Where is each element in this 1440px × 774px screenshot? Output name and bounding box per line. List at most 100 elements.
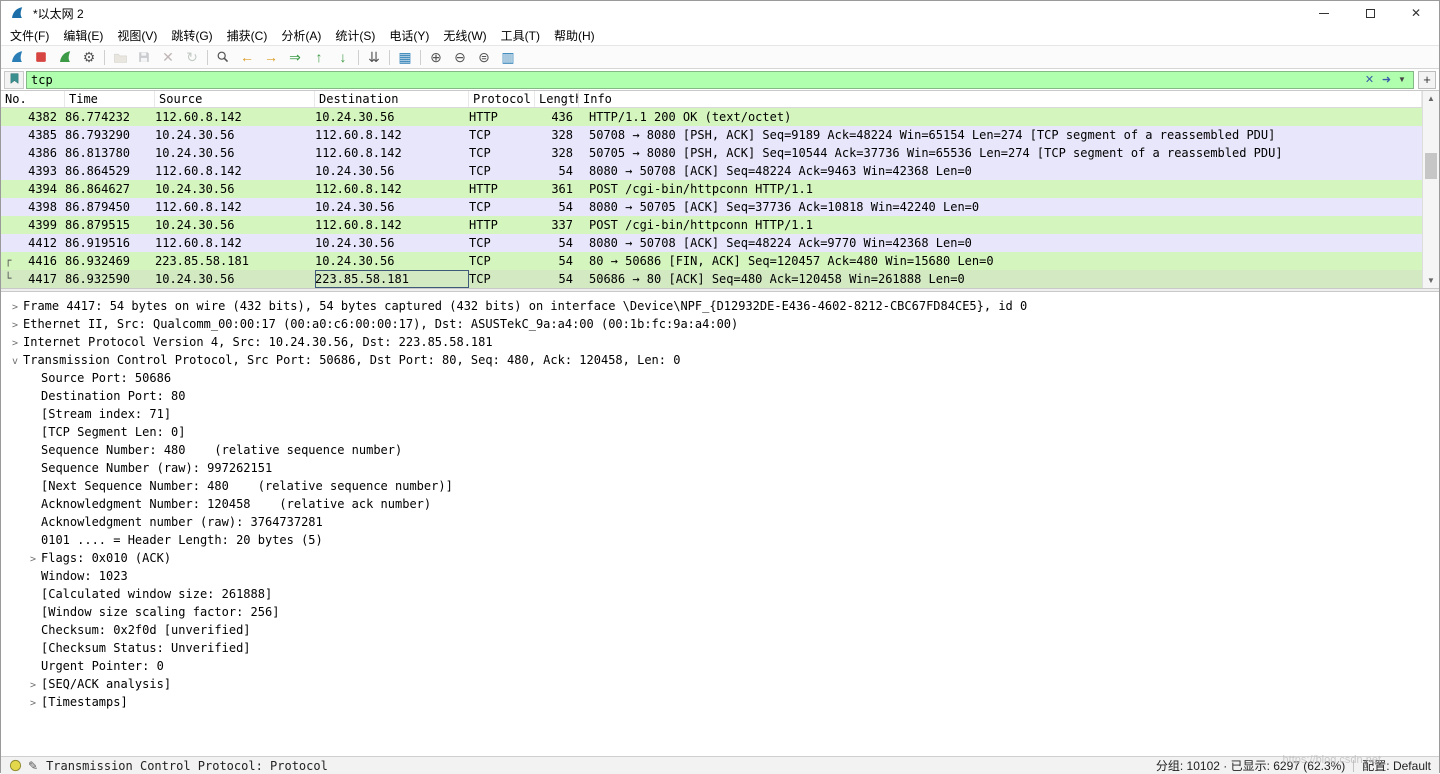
menu-help[interactable]: 帮助(H) [547, 25, 602, 46]
cell-destination: 10.24.30.56 [315, 234, 469, 252]
menu-wireless[interactable]: 无线(W) [436, 25, 493, 46]
menu-statistics[interactable]: 统计(S) [328, 25, 382, 46]
column-header-time[interactable]: Time [65, 91, 155, 107]
detail-line[interactable]: >Flags: 0x010 (ACK) [1, 549, 1439, 567]
expander-icon[interactable]: v [7, 353, 23, 371]
minimize-button[interactable] [1301, 1, 1347, 25]
detail-line[interactable]: >Internet Protocol Version 4, Src: 10.24… [1, 333, 1439, 351]
packet-row-4385[interactable]: 438586.79329010.24.30.56112.60.8.142TCP3… [1, 126, 1422, 144]
packet-row-4412[interactable]: 441286.919516112.60.8.14210.24.30.56TCP5… [1, 234, 1422, 252]
detail-line[interactable]: [TCP Segment Len: 0] [1, 423, 1439, 441]
find-packet-icon[interactable] [211, 47, 235, 67]
zoom-in-icon[interactable]: ⊕ [424, 47, 448, 67]
go-last-icon[interactable]: ↓ [331, 47, 355, 67]
detail-line[interactable]: [Window size scaling factor: 256] [1, 603, 1439, 621]
colorize-icon[interactable]: ▦ [393, 47, 417, 67]
menu-telephony[interactable]: 电话(Y) [382, 25, 436, 46]
menu-go[interactable]: 跳转(G) [164, 25, 219, 46]
detail-line[interactable]: [Next Sequence Number: 480 (relative seq… [1, 477, 1439, 495]
detail-line[interactable]: Destination Port: 80 [1, 387, 1439, 405]
detail-line[interactable]: Source Port: 50686 [1, 369, 1439, 387]
cell-no: 4385 [15, 126, 65, 144]
detail-line[interactable]: 0101 .... = Header Length: 20 bytes (5) [1, 531, 1439, 549]
detail-line[interactable]: vTransmission Control Protocol, Src Port… [1, 351, 1439, 369]
detail-text: Sequence Number (raw): 997262151 [41, 461, 272, 475]
detail-line[interactable]: >Ethernet II, Src: Qualcomm_00:00:17 (00… [1, 315, 1439, 333]
scrollbar-down-icon[interactable]: ▼ [1423, 273, 1439, 288]
detail-line[interactable]: Urgent Pointer: 0 [1, 657, 1439, 675]
packet-row-4416[interactable]: ┌441686.932469223.85.58.18110.24.30.56TC… [1, 252, 1422, 270]
column-header-protocol[interactable]: Protocol [469, 91, 535, 107]
zoom-reset-icon[interactable]: ⊜ [472, 47, 496, 67]
cell-time: 86.774232 [65, 108, 155, 126]
clear-filter-icon[interactable]: ✕ [1361, 73, 1378, 86]
column-header-destination[interactable]: Destination [315, 91, 469, 107]
packet-row-4398[interactable]: 439886.879450112.60.8.14210.24.30.56TCP5… [1, 198, 1422, 216]
related-packet-marker [1, 108, 15, 126]
menu-edit[interactable]: 编辑(E) [56, 25, 110, 46]
display-filter-field: ✕ ➜ ▼ [26, 71, 1414, 89]
filter-dropdown-icon[interactable]: ▼ [1395, 75, 1409, 84]
detail-line[interactable]: [Checksum Status: Unverified] [1, 639, 1439, 657]
zoom-out-icon[interactable]: ⊖ [448, 47, 472, 67]
packet-row-4394[interactable]: 439486.86462710.24.30.56112.60.8.142HTTP… [1, 180, 1422, 198]
cell-destination: 10.24.30.56 [315, 162, 469, 180]
menu-analyze[interactable]: 分析(A) [274, 25, 328, 46]
packet-row-4386[interactable]: 438686.81378010.24.30.56112.60.8.142TCP3… [1, 144, 1422, 162]
column-header-length[interactable]: Length [535, 91, 579, 107]
go-back-icon[interactable]: ← [235, 47, 259, 67]
capture-restart-icon[interactable] [53, 47, 77, 67]
cell-no: 4412 [15, 234, 65, 252]
go-forward-icon[interactable]: → [259, 47, 283, 67]
apply-filter-icon[interactable]: ➜ [1378, 73, 1395, 86]
profile-status[interactable]: 配置: Default [1362, 757, 1431, 774]
related-packet-marker [1, 126, 15, 144]
menu-capture[interactable]: 捕获(C) [220, 25, 275, 46]
capture-stop-icon[interactable] [29, 47, 53, 67]
packet-row-4417[interactable]: └441786.93259010.24.30.56223.85.58.181TC… [1, 270, 1422, 288]
packet-row-4382[interactable]: 438286.774232112.60.8.14210.24.30.56HTTP… [1, 108, 1422, 126]
menu-view[interactable]: 视图(V) [110, 25, 164, 46]
detail-line[interactable]: [Calculated window size: 261888] [1, 585, 1439, 603]
scrollbar-up-icon[interactable]: ▲ [1423, 91, 1439, 106]
cell-destination: 112.60.8.142 [315, 216, 469, 234]
capture-start-icon[interactable] [5, 47, 29, 67]
expander-icon[interactable]: > [25, 695, 41, 713]
packet-list-scrollbar[interactable]: ▲ ▼ [1422, 91, 1439, 288]
detail-line[interactable]: Sequence Number (raw): 997262151 [1, 459, 1439, 477]
detail-line[interactable]: Acknowledgment number (raw): 3764737281 [1, 513, 1439, 531]
cell-protocol: TCP [469, 198, 535, 216]
column-header-source[interactable]: Source [155, 91, 315, 107]
column-header-no[interactable]: No. [1, 91, 65, 107]
display-filter-input[interactable] [31, 73, 1361, 87]
column-header-info[interactable]: Info [579, 91, 1422, 107]
capture-options-icon[interactable]: ⚙ [77, 47, 101, 67]
scrollbar-thumb[interactable] [1425, 153, 1437, 179]
detail-line[interactable]: Acknowledgment Number: 120458 (relative … [1, 495, 1439, 513]
close-button[interactable]: ✕ [1393, 1, 1439, 25]
detail-line[interactable]: [Stream index: 71] [1, 405, 1439, 423]
menu-bar: 文件(F)编辑(E)视图(V)跳转(G)捕获(C)分析(A)统计(S)电话(Y)… [1, 25, 1439, 45]
detail-line[interactable]: >[Timestamps] [1, 693, 1439, 711]
maximize-button[interactable] [1347, 1, 1393, 25]
detail-line[interactable]: Window: 1023 [1, 567, 1439, 585]
detail-line[interactable]: >Frame 4417: 54 bytes on wire (432 bits)… [1, 297, 1439, 315]
packet-row-4399[interactable]: 439986.87951510.24.30.56112.60.8.142HTTP… [1, 216, 1422, 234]
cell-protocol: TCP [469, 126, 535, 144]
menu-tools[interactable]: 工具(T) [494, 25, 547, 46]
detail-text: [Window size scaling factor: 256] [41, 605, 279, 619]
detail-line[interactable]: Checksum: 0x2f0d [unverified] [1, 621, 1439, 639]
filter-bookmark-button[interactable] [4, 71, 24, 89]
capture-comment-icon[interactable]: ✎ [28, 759, 38, 773]
go-first-icon[interactable]: ↑ [307, 47, 331, 67]
menu-file[interactable]: 文件(F) [3, 25, 56, 46]
go-to-packet-icon[interactable]: ⇒ [283, 47, 307, 67]
packet-row-4393[interactable]: 439386.864529112.60.8.14210.24.30.56TCP5… [1, 162, 1422, 180]
detail-line[interactable]: Sequence Number: 480 (relative sequence … [1, 441, 1439, 459]
resize-columns-icon[interactable]: ▥ [496, 47, 520, 67]
add-filter-button[interactable]: + [1418, 71, 1436, 89]
auto-scroll-icon[interactable]: ⇊ [362, 47, 386, 67]
expert-info-icon[interactable] [9, 759, 22, 772]
window-title: *以太网 2 [33, 5, 84, 22]
detail-line[interactable]: >[SEQ/ACK analysis] [1, 675, 1439, 693]
